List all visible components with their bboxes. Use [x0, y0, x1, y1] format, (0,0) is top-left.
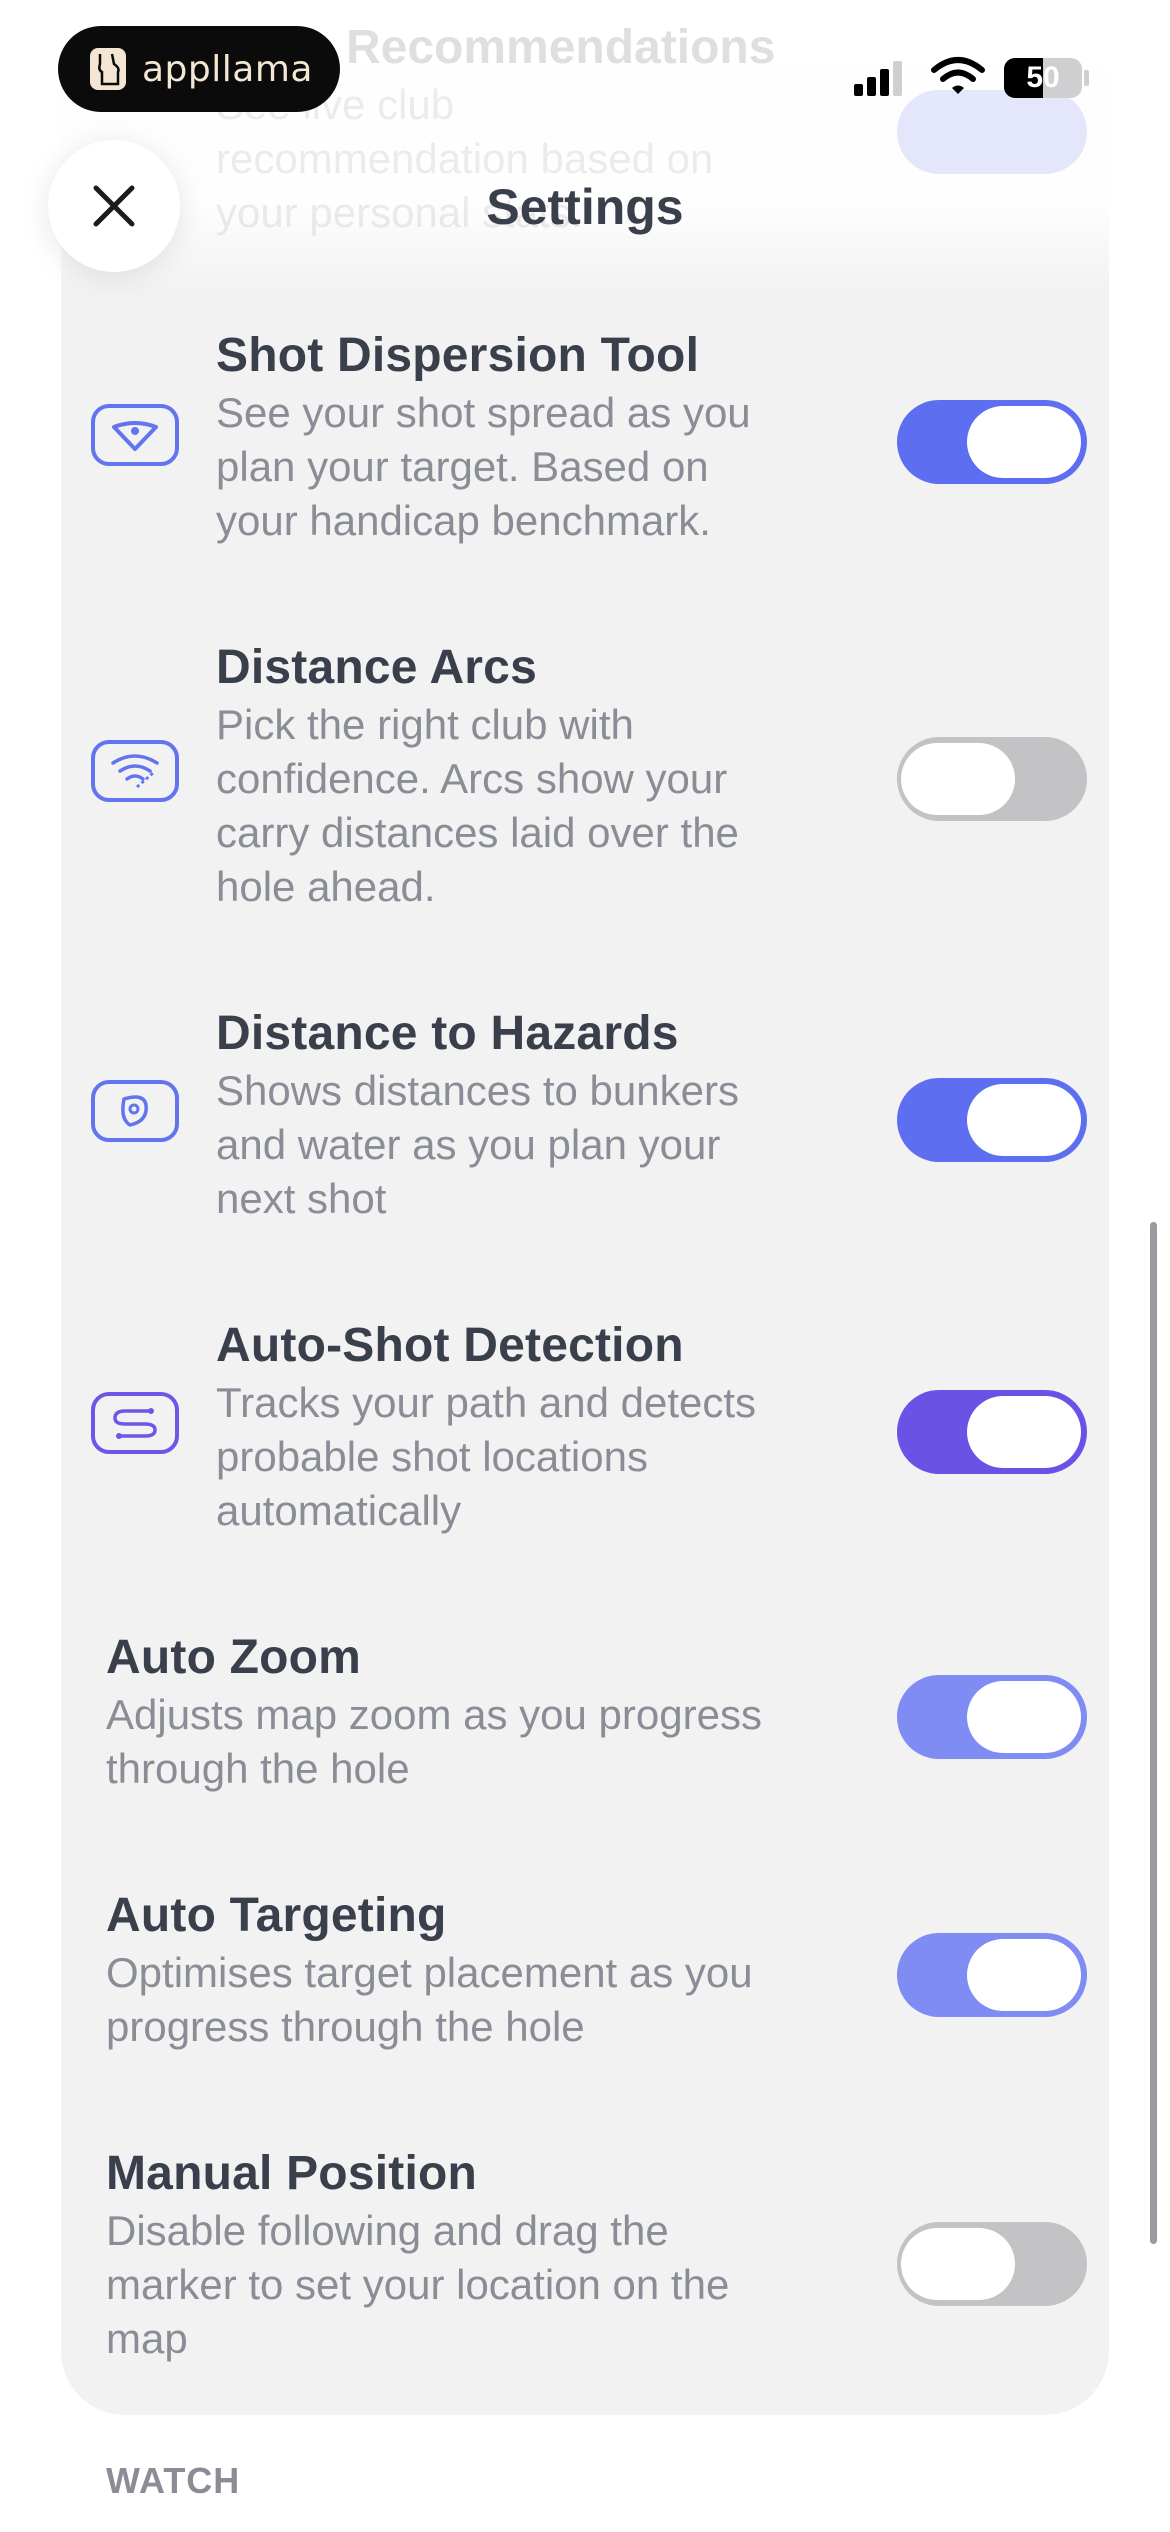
distance-arcs-icon — [91, 740, 179, 802]
section-header-watch: WATCH — [106, 2460, 241, 2501]
setting-description: Pick the right club with confidence. Arc… — [216, 701, 739, 910]
setting-title: Auto-Shot Detection — [216, 1319, 684, 1372]
shot-path-icon — [91, 1392, 179, 1454]
signal-icon — [854, 61, 902, 96]
toggle-knob — [967, 1396, 1081, 1468]
battery-tip — [1084, 70, 1089, 86]
setting-description: Shows distances to bunkers and water as … — [216, 1067, 739, 1222]
close-button[interactable] — [48, 140, 180, 272]
brand-pill: appllama — [58, 26, 340, 112]
setting-title: Shot Dispersion Tool — [216, 329, 700, 382]
shot-dispersion-toggle[interactable] — [897, 400, 1087, 484]
setting-title: Distance Arcs — [216, 641, 537, 694]
toggle-knob — [967, 406, 1081, 478]
toggle-knob — [967, 1939, 1081, 2011]
setting-title: Manual Position — [106, 2147, 478, 2200]
settings-screen: Shot Dispersion Tool See your shot sprea… — [0, 0, 1170, 2532]
toggle-knob — [967, 1681, 1081, 1753]
auto-zoom-toggle[interactable] — [897, 1675, 1087, 1759]
setting-description: Adjusts map zoom as you progress through… — [106, 1691, 762, 1792]
setting-title: Auto Targeting — [106, 1889, 447, 1942]
battery-level: 50 — [1026, 61, 1060, 94]
llama-logo-icon — [90, 48, 126, 90]
close-icon — [93, 185, 135, 227]
faded-toggle — [897, 90, 1087, 174]
hazard-icon — [91, 1080, 179, 1142]
setting-title: Distance to Hazards — [216, 1007, 679, 1060]
setting-description: Optimises target placement as you progre… — [106, 1949, 753, 2050]
toggle-knob — [901, 2228, 1015, 2300]
toggle-knob — [901, 743, 1015, 815]
battery-icon: 50 — [1004, 58, 1082, 98]
setting-description: Disable following and drag the marker to… — [106, 2207, 730, 2362]
shot-dispersion-icon — [91, 404, 179, 466]
toggle-knob — [967, 1084, 1081, 1156]
setting-description: Tracks your path and detects probable sh… — [216, 1379, 757, 1534]
distance-to-hazards-toggle[interactable] — [897, 1078, 1087, 1162]
auto-targeting-toggle[interactable] — [897, 1933, 1087, 2017]
scrollbar[interactable] — [1150, 1222, 1157, 2244]
auto-shot-detection-toggle[interactable] — [897, 1390, 1087, 1474]
setting-title: Auto Zoom — [106, 1631, 362, 1684]
distance-arcs-toggle[interactable] — [897, 737, 1087, 821]
brand-name: appllama — [142, 48, 313, 90]
header-area: Recommendations See live club recommenda… — [0, 0, 1170, 290]
setting-description: See your shot spread as you plan your ta… — [216, 389, 751, 544]
manual-position-toggle[interactable] — [897, 2222, 1087, 2306]
wifi-icon — [931, 57, 985, 94]
settings-card: Shot Dispersion Tool See your shot sprea… — [61, 0, 1109, 2415]
